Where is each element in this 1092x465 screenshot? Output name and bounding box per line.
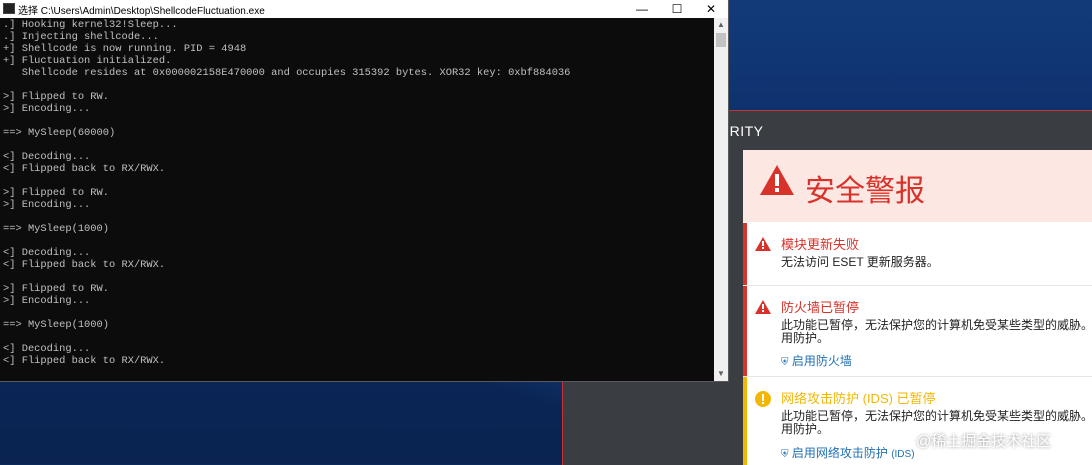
minimize-button[interactable]: — <box>625 0 659 18</box>
console-titlebar[interactable]: 选择 C:\Users\Admin\Desktop\ShellcodeFluct… <box>0 0 728 18</box>
severity-bar <box>743 223 747 285</box>
console-line: >] Flipped to RW. <box>3 91 110 103</box>
console-line: ==> MySleep(1000) <box>3 319 110 331</box>
enable-ids-label: 启用网络攻击防护 <box>791 446 888 460</box>
alert-title: 网络攻击防护 (IDS) 已暂停 <box>781 391 936 406</box>
console-line: ==> MySleep(1000) <box>3 223 110 235</box>
console-line: +] Shellcode is now running. PID = 4948 <box>3 43 247 55</box>
alert-ids-paused[interactable]: 网络攻击防护 (IDS) 已暂停 此功能已暂停，无法保护您的计算机免受某些类型的… <box>743 377 1092 465</box>
enable-ids-link[interactable]: ⛨ 启用网络攻击防护 (IDS) <box>781 444 915 461</box>
console-line: <] Flipped back to RX/RWX. <box>3 355 166 367</box>
alert-title: 防火墙已暂停 <box>781 300 860 315</box>
console-line: <] Flipped back to RX/RWX. <box>3 259 166 271</box>
console-line: >] Encoding... <box>3 103 91 115</box>
warning-circle-icon <box>755 391 771 407</box>
console-line: <] Decoding... <box>3 343 91 355</box>
error-triangle-icon <box>755 300 771 314</box>
console-window[interactable]: 选择 C:\Users\Admin\Desktop\ShellcodeFluct… <box>0 0 728 381</box>
enable-firewall-link[interactable]: ⛨ 启用防火墙 <box>781 352 852 369</box>
severity-bar <box>743 377 747 465</box>
console-line: <] Decoding... <box>3 151 91 163</box>
alert-description-line-2: 用防护。 <box>781 331 830 345</box>
security-alert-header: 安全警报 <box>743 150 1092 222</box>
shield-icon: ⛨ <box>781 449 789 460</box>
console-line: >] Flipped to RW. <box>3 283 110 295</box>
alert-firewall-paused[interactable]: 防火墙已暂停 此功能已暂停，无法保护您的计算机免受某些类型的威胁。 用防护。 ⛨… <box>743 286 1092 377</box>
console-app-icon <box>3 3 15 14</box>
console-line: .] Injecting shellcode... <box>3 31 159 43</box>
console-line: >] Flipped to RW. <box>3 187 110 199</box>
maximize-button[interactable]: ☐ <box>660 0 694 18</box>
console-line: <] Flipped back to RX/RWX. <box>3 163 166 175</box>
scroll-down-arrow-icon[interactable]: ▼ <box>714 367 728 381</box>
shield-icon: ⛨ <box>781 357 789 368</box>
console-line: >] Encoding... <box>3 295 91 307</box>
console-line: Shellcode resides at 0x000002158E470000 … <box>21 67 571 79</box>
security-alert-panel: 安全警报 模块更新失败 无法访问 ESET 更新服务器。 防火墙已暂停 此功能已… <box>743 150 1092 465</box>
console-line: +] Fluctuation initialized. <box>3 55 172 67</box>
console-line: .] Hooking kernel32!Sleep... <box>3 19 178 31</box>
console-line: >] Encoding... <box>3 199 91 211</box>
alert-description-line-2: 用防护。 <box>781 422 830 436</box>
close-button[interactable]: ✕ <box>694 0 728 18</box>
console-window-title: 选择 C:\Users\Admin\Desktop\ShellcodeFluct… <box>18 6 265 17</box>
console-line: ==> MySleep(60000) <box>3 127 116 139</box>
console-scrollbar[interactable]: ▲ ▼ <box>714 18 728 381</box>
alert-title: 模块更新失败 <box>781 237 860 252</box>
enable-ids-suffix: (IDS) <box>891 449 915 460</box>
security-alert-title: 安全警报 <box>805 175 925 208</box>
alert-module-update-failed[interactable]: 模块更新失败 无法访问 ESET 更新服务器。 <box>743 223 1092 286</box>
warning-triangle-icon <box>760 165 794 195</box>
console-line: <] Decoding... <box>3 247 91 259</box>
watermark: @稀土掘金技术社区 <box>916 433 1052 450</box>
scroll-thumb[interactable] <box>716 33 726 47</box>
scroll-up-arrow-icon[interactable]: ▲ <box>714 18 728 32</box>
severity-bar <box>743 286 747 376</box>
console-output[interactable]: .] Hooking kernel32!Sleep... .] Injectin… <box>3 19 711 379</box>
alert-description: 无法访问 ESET 更新服务器。 <box>781 255 939 269</box>
enable-firewall-label: 启用防火墙 <box>791 354 852 368</box>
error-triangle-icon <box>755 237 771 251</box>
